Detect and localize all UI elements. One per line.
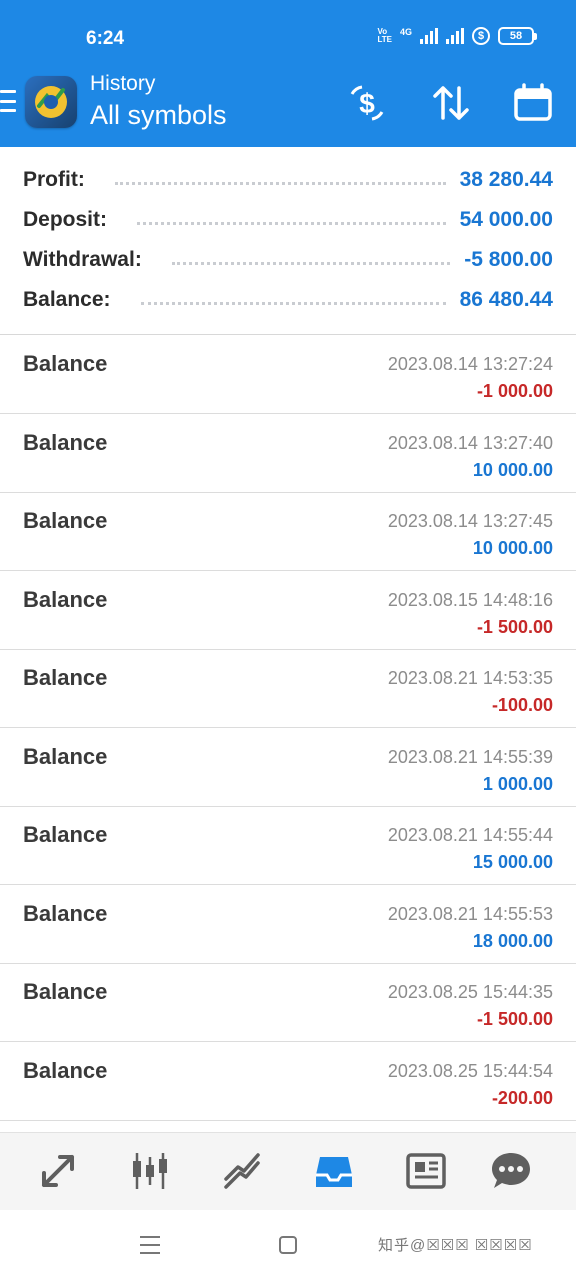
trade-icon[interactable] <box>218 1147 266 1195</box>
deal-amount: 18 000.00 <box>472 931 553 951</box>
deal-time: 2023.08.14 13:27:24 <box>387 354 553 374</box>
calendar-icon[interactable] <box>512 82 554 124</box>
profit-value: 38 280.44 <box>459 168 553 191</box>
deal-symbol: Balance <box>23 822 108 847</box>
deal-row[interactable]: Balance 2023.08.21 14:55:44 15 000.00 <box>0 807 576 885</box>
withdrawal-label: Withdrawal: <box>23 248 142 271</box>
leader-dots <box>114 181 446 185</box>
profit-label: Profit: <box>23 168 85 191</box>
status-time: 6:24 <box>86 28 125 49</box>
recents-button[interactable] <box>140 1236 160 1254</box>
deal-symbol: Balance <box>23 979 108 1004</box>
dollar-status-icon: $ <box>472 27 490 45</box>
leader-dots <box>140 301 446 305</box>
summary-profit-row: Profit: 38 280.44 <box>23 165 553 195</box>
status-icons: Vo LTE 4G $ 58 <box>377 27 537 45</box>
deal-time: 2023.08.15 14:48:16 <box>387 590 553 610</box>
deal-row[interactable]: Balance 2023.08.14 13:27:24 -1 000.00 <box>0 336 576 414</box>
deal-symbol: Balance <box>23 430 108 455</box>
app-header: 6:24 Vo LTE 4G $ 58 History All symbols $ <box>0 0 576 147</box>
sort-icon[interactable] <box>430 82 472 124</box>
deal-symbol: Balance <box>23 744 108 769</box>
deal-time: 2023.08.21 14:55:53 <box>387 904 553 924</box>
bottom-tab-bar <box>0 1132 576 1210</box>
balance-value: 86 480.44 <box>459 288 553 311</box>
deal-symbol: Balance <box>23 351 108 376</box>
mt-history-screen: 6:24 Vo LTE 4G $ 58 History All symbols $ <box>0 0 576 1280</box>
deal-amount: 15 000.00 <box>472 852 553 872</box>
deal-amount: -1 500.00 <box>476 617 553 637</box>
summary-balance-row: Balance: 86 480.44 <box>23 285 553 315</box>
signal-icon-2 <box>446 28 464 44</box>
deal-time: 2023.08.21 14:55:39 <box>387 747 553 767</box>
signal-icon <box>420 28 438 44</box>
summary-withdrawal-row: Withdrawal: -5 800.00 <box>23 245 553 275</box>
deal-symbol: Balance <box>23 901 108 926</box>
history-icon[interactable] <box>310 1147 358 1195</box>
deal-symbol: Balance <box>23 508 108 533</box>
withdrawal-value: -5 800.00 <box>464 248 553 271</box>
battery-level: 58 <box>509 30 523 42</box>
deal-amount: 10 000.00 <box>472 538 553 558</box>
header-subtitle: History <box>90 72 156 95</box>
deal-time: 2023.08.25 15:44:35 <box>387 982 553 1002</box>
deal-amount: -200.00 <box>491 1088 553 1108</box>
deal-time: 2023.08.14 13:27:40 <box>387 433 553 453</box>
deal-symbol: Balance <box>23 587 108 612</box>
deal-time: 2023.08.21 14:55:44 <box>387 825 553 845</box>
volte-indicator: Vo LTE <box>377 27 392 44</box>
balance-label: Balance: <box>23 288 111 311</box>
deal-amount: -100.00 <box>491 695 553 715</box>
deal-symbol: Balance <box>23 1058 108 1083</box>
svg-text:$: $ <box>359 88 375 119</box>
deal-row[interactable]: Balance 2023.08.25 15:44:54 -200.00 <box>0 1043 576 1121</box>
deal-amount: -1 500.00 <box>476 1009 553 1029</box>
deal-time: 2023.08.25 15:44:54 <box>387 1061 553 1081</box>
deal-row[interactable]: Balance 2023.08.21 14:55:39 1 000.00 <box>0 729 576 807</box>
app-logo-icon <box>25 76 77 128</box>
system-navigation-bar: 知乎@☒☒☒ ☒☒☒☒ <box>0 1210 576 1280</box>
deposit-withdraw-icon[interactable]: $ <box>346 82 388 124</box>
menu-button[interactable] <box>0 90 16 112</box>
deal-row[interactable]: Balance 2023.08.15 14:48:16 -1 500.00 <box>0 572 576 650</box>
deposit-value: 54 000.00 <box>459 208 553 231</box>
deal-row[interactable]: Balance 2023.08.25 15:44:35 -1 500.00 <box>0 964 576 1042</box>
deal-row[interactable]: Balance 2023.08.14 13:27:40 10 000.00 <box>0 415 576 493</box>
watermark: 知乎@☒☒☒ ☒☒☒☒ <box>378 1237 533 1254</box>
deal-row[interactable]: Balance 2023.08.21 14:53:35 -100.00 <box>0 650 576 728</box>
history-summary: Profit: 38 280.44 Deposit: 54 000.00 Wit… <box>0 147 576 335</box>
deal-amount: 10 000.00 <box>472 460 553 480</box>
deal-time: 2023.08.21 14:53:35 <box>387 668 553 688</box>
battery-icon: 58 <box>498 27 537 45</box>
deal-row[interactable]: Balance 2023.08.14 13:27:45 10 000.00 <box>0 493 576 571</box>
header-title[interactable]: All symbols <box>90 100 227 131</box>
deal-amount: 1 000.00 <box>482 774 553 794</box>
summary-deposit-row: Deposit: 54 000.00 <box>23 205 553 235</box>
deal-amount: -1 000.00 <box>476 381 553 401</box>
deal-symbol: Balance <box>23 665 108 690</box>
quotes-icon[interactable] <box>34 1147 82 1195</box>
leader-dots <box>137 221 446 225</box>
network-type: 4G <box>399 27 412 37</box>
messages-icon[interactable] <box>487 1147 535 1195</box>
deposit-label: Deposit: <box>23 208 107 231</box>
chart-icon[interactable] <box>126 1147 174 1195</box>
news-icon[interactable] <box>402 1147 450 1195</box>
home-button[interactable] <box>279 1236 297 1254</box>
deal-time: 2023.08.14 13:27:45 <box>387 511 553 531</box>
leader-dots <box>171 261 451 265</box>
deal-row[interactable]: Balance 2023.08.21 14:55:53 18 000.00 <box>0 886 576 964</box>
